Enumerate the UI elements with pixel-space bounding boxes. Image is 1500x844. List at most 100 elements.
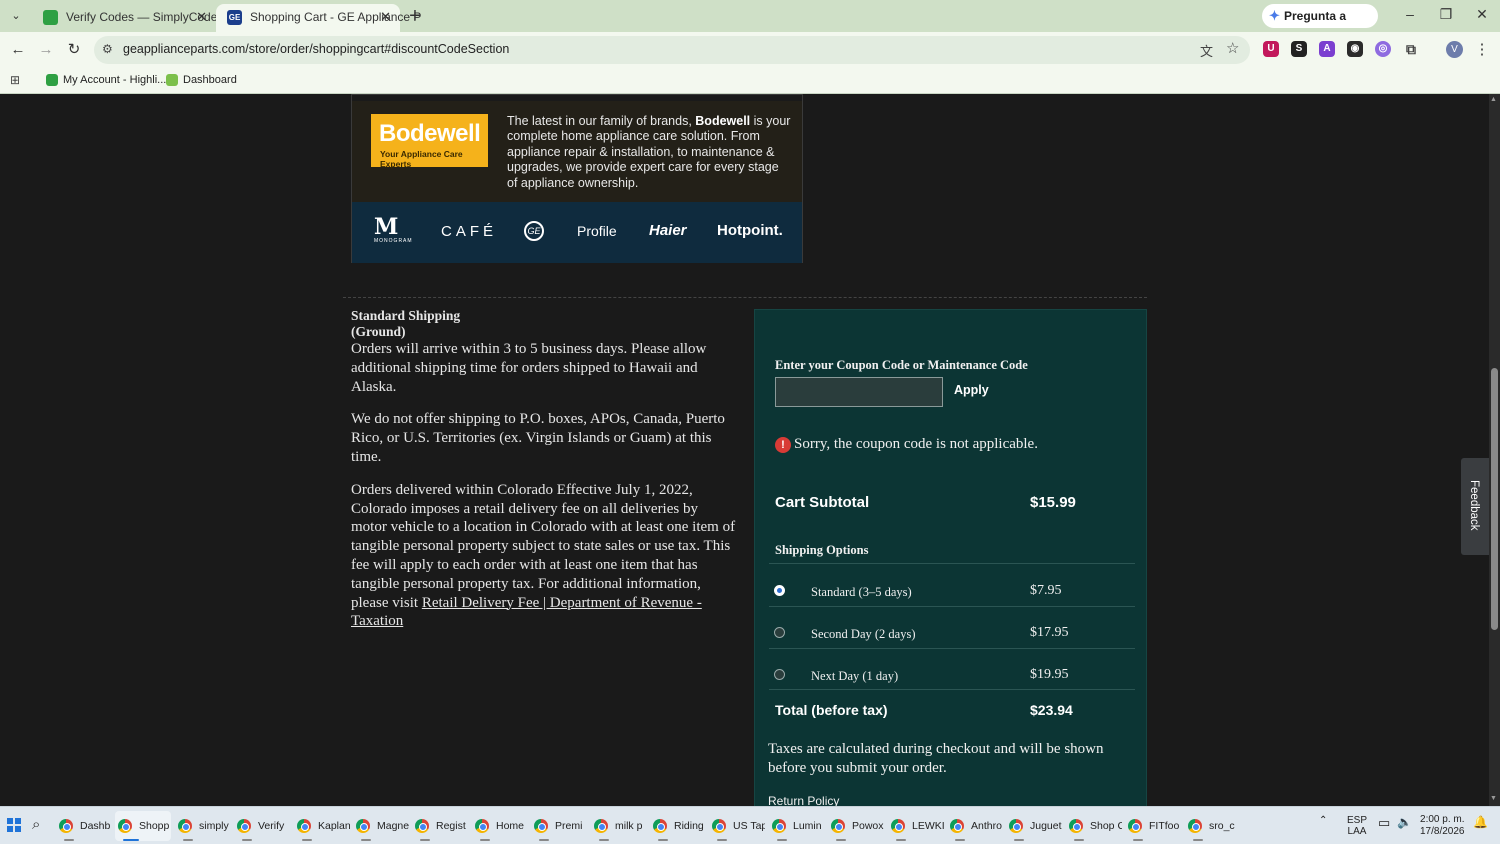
volume-icon[interactable]: 🔈 [1397, 815, 1412, 829]
coupon-code-input[interactable] [775, 377, 943, 407]
profile-avatar[interactable]: V [1446, 41, 1463, 58]
back-icon[interactable]: ← [8, 40, 28, 60]
translate-icon[interactable]: 文 [1200, 41, 1213, 60]
coupon-label: Enter your Coupon Code or Maintenance Co… [775, 358, 1028, 372]
windows-start-icon[interactable] [7, 818, 21, 832]
profile-logo[interactable]: Profile [577, 223, 617, 239]
hotpoint-logo[interactable]: Hotpoint. [717, 222, 783, 239]
taskbar-clock[interactable]: 2:00 p. m. 17/8/2026 [1420, 814, 1465, 838]
close-tab-icon[interactable]: ✕ [380, 4, 391, 30]
notifications-icon[interactable]: 🔔 [1473, 815, 1488, 829]
taskbar-app-button[interactable]: Shop C [1066, 811, 1122, 841]
scroll-up-icon[interactable]: ▲ [1490, 96, 1497, 103]
chrome-icon [534, 819, 548, 833]
scrollbar[interactable]: ▲ ▼ [1489, 94, 1500, 806]
bookmark-my-account[interactable]: My Account - Highli... [46, 72, 166, 89]
taskbar-app-button[interactable]: Home [472, 811, 528, 841]
taskbar-app-button[interactable]: Premi [531, 811, 587, 841]
taskbar-app-button[interactable]: Juguet [1006, 811, 1062, 841]
shipping-option-second-day[interactable]: Second Day (2 days) $17.95 [769, 625, 1135, 667]
shipping-heading: Standard Shipping (Ground) [351, 308, 461, 339]
running-indicator [599, 839, 609, 841]
bookmark-star-icon[interactable]: ☆ [1226, 39, 1239, 57]
taskbar-app-button[interactable]: LEWKII [888, 811, 944, 841]
taskbar-app-button[interactable]: Dashb [56, 811, 112, 841]
taskbar-app-button[interactable]: Riding [650, 811, 706, 841]
taskbar-app-button[interactable]: sro_c [1185, 811, 1241, 841]
close-window-icon[interactable]: ✕ [1470, 6, 1494, 23]
taskbar-app-button[interactable]: FITfoo [1125, 811, 1181, 841]
chrome-menu-icon[interactable]: ⋮ [1472, 40, 1492, 60]
chrome-icon [950, 819, 964, 833]
bodewell-logo[interactable]: Bodewell Your Appliance Care Experts [371, 114, 488, 169]
language-indicator[interactable]: ESP LAA [1347, 815, 1367, 837]
clock-date: 17/8/2026 [1420, 826, 1465, 837]
feedback-tab[interactable]: Feedback [1461, 458, 1489, 555]
running-indicator [1074, 839, 1084, 841]
taskbar-app-label: LEWKII [912, 820, 944, 832]
radio-next-day[interactable] [774, 669, 785, 680]
site-info-icon[interactable]: ⚙ [102, 42, 113, 56]
bookmark-dashboard[interactable]: Dashboard [166, 72, 237, 89]
apply-coupon-button[interactable]: Apply [954, 383, 989, 397]
radio-standard[interactable] [774, 585, 785, 596]
tab-verify-codes[interactable]: Verify Codes — SimplyCodes ✕ [32, 4, 223, 32]
taskbar-app-button[interactable]: Powox [828, 811, 884, 841]
new-tab-button[interactable]: + [405, 4, 425, 28]
tab-search-button[interactable]: ⌄ [6, 6, 26, 26]
shipping-option-standard[interactable]: Standard (3–5 days) $7.95 [769, 583, 1135, 625]
taskbar-app-label: Juguet [1030, 820, 1062, 832]
taskbar-app-button[interactable]: Anthro [947, 811, 1003, 841]
taskbar-app-button[interactable]: Kaplan [294, 811, 350, 841]
gemini-button[interactable]: ✦ Pregunta a Gemini [1262, 4, 1378, 47]
cafe-logo[interactable]: CAFÉ [441, 223, 497, 240]
taskbar-app-button[interactable]: simply [175, 811, 231, 841]
tab-shopping-cart[interactable]: GE Shopping Cart - GE Appliance P ✕ [216, 4, 421, 32]
taskbar-app-label: Shopp [139, 820, 170, 832]
taskbar-app-button[interactable]: Shopp [115, 811, 171, 841]
running-indicator [1014, 839, 1024, 841]
minimize-icon[interactable]: – [1398, 6, 1422, 22]
taskbar-app-button[interactable]: Magne [353, 811, 409, 841]
taskbar-app-label: Dashb [80, 820, 111, 832]
monogram-logo-icon[interactable]: M [374, 214, 398, 240]
gemini-sparkle-icon: ✦ [1269, 8, 1280, 23]
address-bar[interactable]: ⚙ geapplianceparts.com/store/order/shopp… [94, 36, 1250, 64]
running-indicator [64, 839, 74, 841]
close-tab-icon[interactable]: ✕ [196, 4, 207, 30]
taskbar-search-icon[interactable]: ⌕ [32, 816, 40, 833]
tray-chevron-icon[interactable]: ⌃ [1319, 815, 1327, 826]
brand-banner: Bodewell Your Appliance Care Experts The… [351, 94, 803, 263]
extensions-puzzle-icon[interactable]: ⧉ [1403, 41, 1419, 57]
network-icon[interactable]: ▭ [1378, 815, 1390, 831]
apps-grid-icon[interactable]: ⊞ [10, 73, 20, 87]
haier-logo[interactable]: Haier [649, 222, 687, 239]
shipping-paragraph-2: We do not offer shipping to P.O. boxes, … [351, 411, 725, 465]
browser-toolbar: ← → ↻ ⚙ geapplianceparts.com/store/order… [0, 32, 1500, 68]
extension-circle-icon[interactable]: ◎ [1375, 41, 1391, 57]
url-text[interactable]: geapplianceparts.com/store/order/shoppin… [123, 42, 509, 56]
brand-logos-strip: M MONOGRAM CAFÉ GE Profile Haier Hotpoin… [352, 202, 802, 263]
taskbar-app-button[interactable]: US Tap [709, 811, 765, 841]
divider-line [769, 648, 1135, 649]
forward-icon[interactable]: → [36, 40, 56, 60]
taskbar-app-button[interactable]: Lumin [769, 811, 825, 841]
extension-a-icon[interactable]: A [1319, 41, 1335, 57]
return-policy-link[interactable]: Return Policy [768, 794, 839, 806]
bodewell-promo: Bodewell Your Appliance Care Experts The… [352, 101, 802, 202]
taskbar-app-button[interactable]: milk p [591, 811, 647, 841]
reload-icon[interactable]: ↻ [64, 40, 84, 60]
extension-spy-icon[interactable]: ◉ [1347, 41, 1363, 57]
taskbar-app-button[interactable]: Verify [234, 811, 290, 841]
radio-second-day[interactable] [774, 627, 785, 638]
extension-simplycodes-icon[interactable]: S [1291, 41, 1307, 57]
restore-icon[interactable]: ❐ [1434, 6, 1458, 23]
bookmark-label: My Account - Highli... [63, 74, 167, 86]
taskbar-app-button[interactable]: Regist [412, 811, 468, 841]
scroll-down-icon[interactable]: ▼ [1490, 795, 1497, 802]
ge-logo-icon[interactable]: GE [524, 221, 544, 241]
chrome-icon [594, 819, 608, 833]
divider-line [769, 606, 1135, 607]
scrollbar-thumb[interactable] [1491, 368, 1498, 630]
extension-shield-icon[interactable]: U [1263, 41, 1279, 57]
